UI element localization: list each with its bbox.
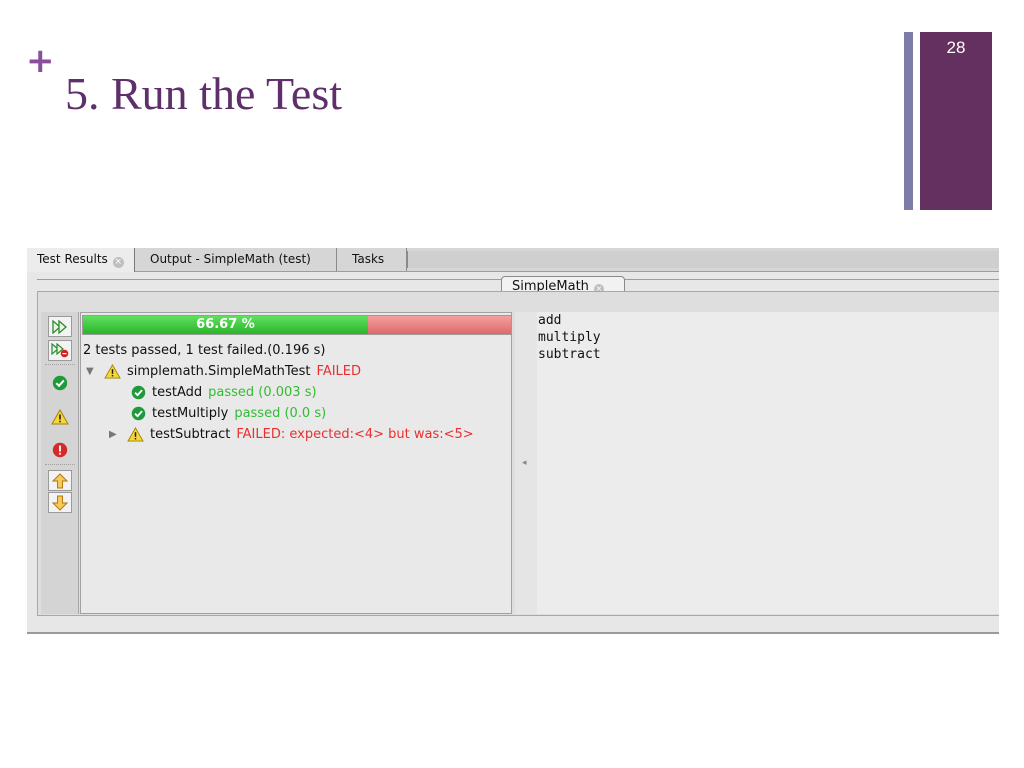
- test-summary: 2 tests passed, 1 test failed.(0.196 s): [83, 343, 326, 358]
- test-result: FAILED: expected:<4> but was:<5>: [236, 427, 474, 442]
- show-errors-button[interactable]: [48, 439, 72, 460]
- warning-triangle-icon: [104, 364, 121, 379]
- split-pane-divider[interactable]: ◂: [515, 312, 537, 614]
- splitter-grip-icon: ◂: [522, 458, 527, 468]
- slide-decor-thin-bar: [904, 32, 913, 210]
- suite-name: simplemath.SimpleMathTest: [127, 364, 311, 379]
- test-result: passed (0.0 s): [234, 406, 327, 421]
- suite-status: FAILED: [316, 364, 362, 379]
- error-circle-icon: [52, 442, 68, 457]
- test-name: testMultiply: [152, 406, 229, 421]
- check-circle-icon: [131, 385, 146, 400]
- check-circle-icon: [52, 375, 68, 390]
- test-output-pane: add multiply subtract: [537, 312, 999, 614]
- ide-test-results-window: Test Results × Output - SimpleMath (test)…: [27, 248, 999, 634]
- tree-node-test[interactable]: ▶ testSubtract FAILED: expected:<4> but …: [109, 427, 474, 442]
- tab-test-results[interactable]: Test Results ×: [27, 248, 135, 272]
- tab-bar-empty-area: [407, 251, 999, 268]
- slide-number: 28: [946, 38, 966, 57]
- tab-label: Test Results: [37, 252, 108, 266]
- output-line: multiply: [538, 330, 601, 345]
- warning-triangle-icon: [51, 408, 69, 424]
- test-name: testSubtract: [150, 427, 231, 442]
- slide-decor-bar: [920, 32, 992, 210]
- tree-node-test[interactable]: testAdd passed (0.003 s): [131, 385, 317, 400]
- previous-failure-button[interactable]: [48, 470, 72, 491]
- arrow-up-icon: [52, 472, 68, 488]
- tab-output-simplemath[interactable]: Output - SimpleMath (test): [135, 248, 337, 271]
- slide-title: 5. Run the Test: [65, 68, 343, 119]
- progress-label: 66.67 %: [196, 317, 255, 332]
- tab-bar: Test Results × Output - SimpleMath (test)…: [27, 248, 999, 272]
- show-passed-button[interactable]: [48, 372, 72, 393]
- warning-triangle-icon: [127, 427, 144, 442]
- test-results-tree: 66.67 % 2 tests passed, 1 test failed.(0…: [80, 312, 512, 614]
- tab-label: Output - SimpleMath (test): [150, 252, 311, 266]
- slide-plus-mark: +: [26, 41, 55, 81]
- tab-tasks[interactable]: Tasks: [337, 248, 407, 271]
- test-results-panel: 66.67 % 2 tests passed, 1 test failed.(0…: [37, 291, 999, 616]
- tree-node-suite[interactable]: ▼ simplemath.SimpleMathTest FAILED: [86, 364, 361, 379]
- check-circle-icon: [131, 406, 146, 421]
- test-toolbar: [41, 312, 79, 614]
- rerun-button[interactable]: [48, 316, 72, 337]
- expanded-triangle-icon[interactable]: ▼: [86, 366, 98, 377]
- toolbar-separator: [45, 364, 75, 365]
- close-icon[interactable]: ×: [112, 257, 124, 268]
- progress-bar: 66.67 %: [82, 315, 512, 335]
- output-line: subtract: [538, 347, 601, 362]
- tab-label: Tasks: [352, 252, 385, 266]
- show-warnings-button[interactable]: [48, 406, 72, 427]
- output-line: add: [538, 313, 562, 328]
- double-play-error-icon: [51, 343, 69, 358]
- rerun-failed-button[interactable]: [48, 340, 72, 361]
- collapsed-triangle-icon[interactable]: ▶: [109, 429, 121, 440]
- output-text: add multiply subtract: [537, 312, 601, 363]
- toolbar-separator: [45, 464, 75, 465]
- test-result: passed (0.003 s): [208, 385, 317, 400]
- next-failure-button[interactable]: [48, 492, 72, 513]
- progress-fill-failed: [368, 316, 511, 334]
- tree-node-test[interactable]: testMultiply passed (0.0 s): [131, 406, 326, 421]
- double-play-icon: [52, 319, 67, 334]
- arrow-down-icon: [52, 495, 68, 511]
- test-name: testAdd: [152, 385, 203, 400]
